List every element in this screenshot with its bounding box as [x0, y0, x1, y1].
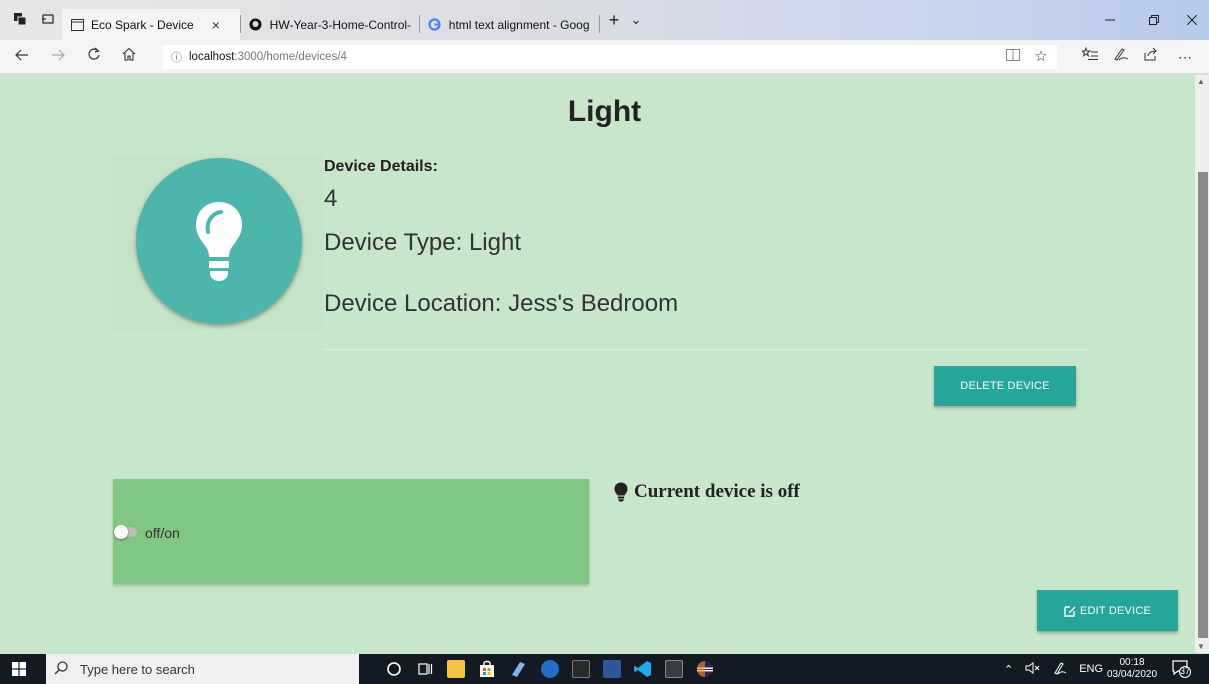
delete-device-button[interactable]: DELETE DEVICE [934, 366, 1076, 406]
home-icon[interactable] [119, 47, 139, 67]
url-path: :3000/home/devices/4 [234, 51, 347, 63]
taskbar-search-input[interactable]: Type here to search [46, 654, 359, 684]
device-type: Device Type: Light [324, 229, 522, 256]
store-icon[interactable] [478, 660, 496, 678]
share-icon[interactable] [1141, 47, 1161, 67]
terminal-icon[interactable] [572, 660, 590, 678]
app-window-icon[interactable] [665, 660, 683, 678]
word-icon[interactable] [603, 660, 621, 678]
action-center-icon[interactable]: 37 [1172, 660, 1192, 678]
minimize-icon[interactable] [1100, 12, 1120, 28]
power-switch-card: off/on [113, 479, 589, 584]
language-indicator[interactable]: ENG [1079, 663, 1103, 675]
lightbulb-icon [196, 202, 242, 281]
url-input[interactable]: ⓘ localhost :3000/home/devices/4 [163, 45, 1057, 69]
search-placeholder: Type here to search [80, 661, 195, 677]
tab-label: Eco Spark - Device [91, 17, 194, 32]
tray-expand-icon[interactable]: ⌃ [1004, 663, 1013, 676]
page-icon [70, 18, 84, 32]
tab-github[interactable]: HW-Year-3-Home-Control-I [241, 9, 419, 40]
page-content: Light Device Details: 4 Device Type: Lig… [0, 75, 1195, 653]
clock-time: 00:18 [1119, 657, 1145, 668]
url-host: localhost [189, 51, 235, 63]
refresh-icon[interactable] [84, 47, 104, 67]
tab-actions-icon[interactable] [12, 12, 28, 28]
edge-browser-icon[interactable] [541, 660, 559, 678]
cortana-icon[interactable] [385, 660, 403, 678]
reading-view-icon[interactable] [1003, 47, 1023, 67]
lightbulb-status-icon [614, 482, 628, 502]
tab-label: HW-Year-3-Home-Control-I [269, 17, 411, 32]
search-icon [54, 660, 68, 678]
file-explorer-icon[interactable] [447, 660, 465, 678]
chevron-down-icon[interactable]: ⌄ [628, 12, 644, 28]
browser-tab-bar: Eco Spark - Device × HW-Year-3-Home-Cont… [0, 0, 1209, 40]
favorite-star-icon[interactable]: ☆ [1031, 47, 1051, 67]
pen-workspace-icon[interactable] [1053, 661, 1067, 678]
set-tabs-aside-icon[interactable] [40, 12, 56, 28]
close-window-icon[interactable] [1182, 12, 1202, 28]
eclipse-icon[interactable] [696, 660, 714, 678]
scroll-up-icon[interactable]: ▲ [1197, 77, 1205, 86]
system-tray: ⌃ ENG [1004, 654, 1103, 684]
status-text: Current device is off [634, 481, 800, 502]
favorites-list-icon[interactable] [1080, 46, 1100, 67]
tab-label: html text alignment - Googl [448, 17, 590, 32]
device-location: Device Location: Jess's Bedroom [324, 290, 679, 317]
new-tab-button[interactable]: + [606, 11, 622, 29]
toggle-label: off/on [145, 525, 180, 541]
clock-date: 03/04/2020 [1106, 669, 1158, 680]
github-icon [249, 18, 263, 32]
notification-count: 37 [1180, 666, 1191, 676]
vscode-icon[interactable] [634, 660, 652, 678]
task-view-icon[interactable] [416, 660, 434, 678]
edit-device-button[interactable]: EDIT DEVICE [1037, 590, 1178, 631]
device-status: Current device is off [614, 481, 800, 503]
notes-app-icon[interactable] [509, 660, 527, 678]
volume-icon[interactable] [1025, 661, 1041, 677]
info-icon: ⓘ [171, 52, 182, 64]
scroll-thumb[interactable] [1198, 172, 1208, 638]
tab-separator [599, 15, 600, 33]
device-details-heading: Device Details: [324, 158, 438, 175]
forward-icon[interactable] [48, 47, 68, 67]
page-title: Light [567, 95, 642, 128]
address-bar: ⓘ localhost :3000/home/devices/4 ☆ ⋯ [0, 40, 1209, 74]
device-avatar [136, 158, 302, 324]
edit-icon [1064, 605, 1076, 617]
page-scrollbar[interactable]: ▲ ▼ [1195, 75, 1209, 653]
edit-label: EDIT DEVICE [1079, 604, 1152, 617]
google-icon [428, 18, 442, 32]
scroll-down-icon[interactable]: ▼ [1197, 642, 1205, 651]
power-toggle[interactable] [114, 525, 137, 539]
pen-notes-icon[interactable] [1111, 47, 1131, 67]
device-id: 4 [324, 185, 338, 212]
tab-eco-spark-device[interactable]: Eco Spark - Device × [62, 9, 240, 40]
close-icon[interactable]: × [212, 17, 220, 33]
divider [324, 349, 1088, 350]
toggle-knob[interactable] [114, 525, 128, 539]
clock[interactable]: 00:18 03/04/2020 [1104, 657, 1160, 681]
more-icon[interactable]: ⋯ [1175, 47, 1195, 67]
back-icon[interactable] [12, 47, 32, 67]
restore-icon[interactable] [1144, 12, 1164, 28]
tab-google[interactable]: html text alignment - Googl [420, 9, 598, 40]
windows-taskbar: Type here to search ⌃ ENG 00:18 03/04/20… [0, 654, 1209, 684]
windows-start-icon[interactable] [12, 662, 26, 676]
